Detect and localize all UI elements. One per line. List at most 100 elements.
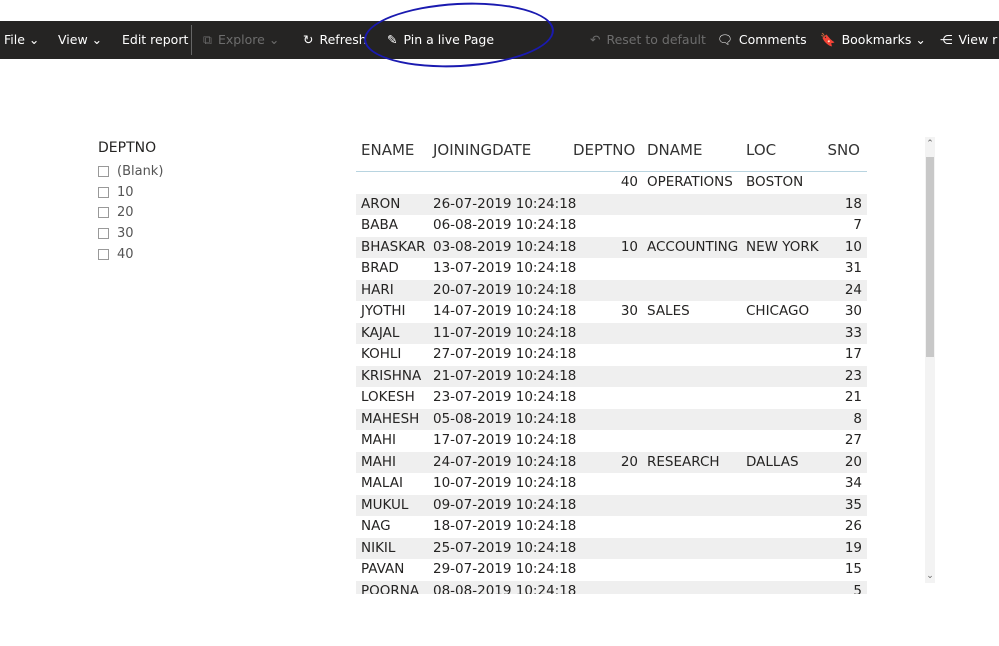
bookmarks-label: Bookmarks xyxy=(841,32,912,47)
reset-label: Reset to default xyxy=(606,32,706,47)
table-cell: 23-07-2019 10:24:18 xyxy=(433,389,577,405)
divider xyxy=(191,25,192,55)
table-cell: ARON xyxy=(361,195,401,212)
view-label: View xyxy=(58,32,88,47)
chevron-down-icon: ⌄ xyxy=(91,32,103,47)
slicer-option[interactable]: 30 xyxy=(98,224,163,245)
scroll-up-icon[interactable]: ⌃ xyxy=(925,139,935,149)
slicer-title: DEPTNO xyxy=(98,140,157,156)
table-cell: 8 xyxy=(853,410,862,427)
table-cell: 11-07-2019 10:24:18 xyxy=(433,324,577,341)
table-cell: MAHESH xyxy=(361,410,420,427)
scrollbar[interactable]: ⌃ ⌄ xyxy=(925,137,935,583)
table-cell: NAG xyxy=(361,518,391,534)
table-cell: LOKESH xyxy=(361,389,415,405)
column-header[interactable]: DNAME xyxy=(647,141,702,159)
table-row: POORNA 08-08-2019 10:24:18 5 xyxy=(356,580,867,595)
refresh-label: Refresh xyxy=(319,32,367,47)
table-cell: NIKIL xyxy=(361,539,396,556)
explore-icon: ⧉ xyxy=(203,32,212,47)
scrollbar-thumb[interactable] xyxy=(926,157,934,357)
table-cell: 13-07-2019 10:24:18 xyxy=(433,260,577,276)
view-related-button[interactable]: ⋲ View r xyxy=(940,21,997,59)
table-cell: 24-07-2019 10:24:18 xyxy=(433,453,577,470)
table-cell: 33 xyxy=(844,324,862,341)
toolbar: File ⌄ View ⌄ Edit report ⧉ Explore ⌄ ↻ Re… xyxy=(0,21,999,59)
column-header[interactable]: ENAME xyxy=(361,141,414,159)
table-cell: SALES xyxy=(647,303,690,319)
table-cell: MALAI xyxy=(361,475,403,491)
comments-button[interactable]: 🗨 Comments xyxy=(717,21,807,59)
explore-menu[interactable]: ⧉ Explore ⌄ xyxy=(203,21,279,59)
table-cell: 31 xyxy=(844,260,862,276)
bookmarks-menu[interactable]: 🔖 Bookmarks ⌄ xyxy=(820,21,926,59)
checkbox[interactable] xyxy=(98,228,109,240)
table-visual: ENAME JOININGDATE DEPTNO DNAME LOC SNO 40 OPER… xyxy=(356,137,867,594)
pin-live-page-button[interactable]: ✎ Pin a live Page xyxy=(387,21,494,59)
table-cell: 35 xyxy=(844,496,862,513)
column-header[interactable]: SNO xyxy=(827,141,860,159)
slicer-option[interactable]: 40 xyxy=(98,245,163,266)
reset-to-default-button[interactable]: ↶ Reset to default xyxy=(590,21,706,59)
view-related-label: View r xyxy=(958,32,998,47)
table-row: 40 OPERATIONS BOSTON xyxy=(356,172,867,194)
slicer-option[interactable]: 10 xyxy=(98,183,163,204)
table-cell: 27 xyxy=(844,432,862,448)
table-header: ENAME JOININGDATE DEPTNO DNAME LOC SNO xyxy=(356,137,867,172)
table-row: MAHESH 05-08-2019 10:24:18 8 xyxy=(356,408,867,430)
slicer-option-label: 30 xyxy=(117,226,134,242)
pin-icon: ✎ xyxy=(387,32,398,47)
checkbox[interactable] xyxy=(98,186,109,198)
file-menu[interactable]: File ⌄ xyxy=(4,21,39,59)
table-cell: DALLAS xyxy=(746,453,799,470)
table-cell: 15 xyxy=(844,561,862,577)
pin-label: Pin a live Page xyxy=(403,32,495,47)
table-cell: 26-07-2019 10:24:18 xyxy=(433,195,577,212)
column-header[interactable]: JOININGDATE xyxy=(433,141,531,159)
refresh-button[interactable]: ↻ Refresh xyxy=(303,21,367,59)
column-header[interactable]: DEPTNO xyxy=(573,141,635,159)
table-cell: 5 xyxy=(853,582,862,595)
deptno-slicer: DEPTNO (Blank) 10 20 30 40 xyxy=(98,140,163,265)
scroll-down-icon[interactable]: ⌄ xyxy=(925,571,935,581)
slicer-option-label: (Blank) xyxy=(117,164,164,179)
view-menu[interactable]: View ⌄ xyxy=(58,21,102,59)
checkbox[interactable] xyxy=(98,166,109,177)
chevron-down-icon: ⌄ xyxy=(28,32,40,47)
table-cell: 10-07-2019 10:24:18 xyxy=(433,475,577,491)
table-cell: 40 xyxy=(620,174,638,190)
table-cell: 26 xyxy=(844,518,862,534)
checkbox[interactable] xyxy=(98,207,109,219)
column-header[interactable]: LOC xyxy=(746,141,776,159)
checkbox[interactable] xyxy=(98,248,109,260)
table-cell: 17 xyxy=(844,346,862,362)
table-cell: 23 xyxy=(844,367,862,384)
table-row: HARI 20-07-2019 10:24:18 24 xyxy=(356,279,867,301)
table-cell: MAHI xyxy=(361,453,397,470)
table-row: ARON 26-07-2019 10:24:18 18 xyxy=(356,193,867,215)
table-cell: 06-08-2019 10:24:18 xyxy=(433,217,577,233)
table-row: KAJAL 11-07-2019 10:24:18 33 xyxy=(356,322,867,344)
table-cell: 25-07-2019 10:24:18 xyxy=(433,539,577,556)
table-cell: ACCOUNTING xyxy=(647,238,739,255)
share-nodes-icon: ⋲ xyxy=(940,32,953,47)
slicer-option-label: 40 xyxy=(117,246,134,262)
table-cell: BABA xyxy=(361,217,398,233)
table-row: JYOTHI 14-07-2019 10:24:18 30 SALES CHICAGO 3… xyxy=(356,301,867,323)
slicer-option[interactable]: (Blank) xyxy=(98,162,163,183)
table-cell: 17-07-2019 10:24:18 xyxy=(433,432,577,448)
table-row: MAHI 24-07-2019 10:24:18 20 RESEARCH DALLAS 2… xyxy=(356,451,867,473)
comment-icon: 🗨 xyxy=(717,32,733,47)
table-cell: RESEARCH xyxy=(647,453,720,470)
table-row: MAHI 17-07-2019 10:24:18 27 xyxy=(356,430,867,452)
table-row: NAG 18-07-2019 10:24:18 26 xyxy=(356,516,867,538)
table-cell: CHICAGO xyxy=(746,303,810,319)
comments-label: Comments xyxy=(738,32,807,47)
slicer-option[interactable]: 20 xyxy=(98,203,163,224)
table-row: MALAI 10-07-2019 10:24:18 34 xyxy=(356,473,867,495)
edit-report-button[interactable]: Edit report xyxy=(122,21,188,59)
table-row: BABA 06-08-2019 10:24:18 7 xyxy=(356,215,867,237)
table-cell: 05-08-2019 10:24:18 xyxy=(433,410,577,427)
table-row: LOKESH 23-07-2019 10:24:18 21 xyxy=(356,387,867,409)
table-cell: HARI xyxy=(361,281,394,298)
